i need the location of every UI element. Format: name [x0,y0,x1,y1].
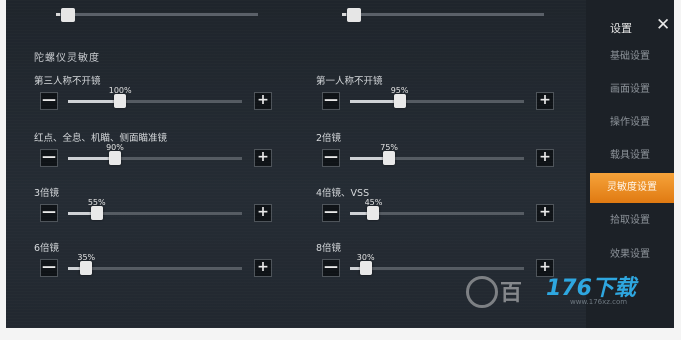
increase-button[interactable]: + [536,149,554,167]
slider-label: 8倍镜 [316,243,342,254]
sidebar-item-basic[interactable]: 基础设置 [586,42,674,72]
sensitivity-slider[interactable] [68,205,242,221]
sensitivity-slider[interactable] [350,205,524,221]
slider-handle[interactable] [108,151,121,165]
partial-slider-right[interactable] [342,8,544,22]
decrease-button[interactable]: — [322,259,340,277]
baidu-logo-icon [466,276,498,308]
slider-handle[interactable] [114,94,127,108]
slider-handle[interactable] [393,94,406,108]
increase-button[interactable]: + [254,149,272,167]
slider-label: 6倍镜 [34,243,60,254]
sensitivity-slider[interactable] [68,260,242,276]
sidebar-item-controls[interactable]: 操作设置 [586,108,674,138]
increase-button[interactable]: + [536,92,554,110]
decrease-button[interactable]: — [322,149,340,167]
slider-value: 35% [77,253,96,262]
slider-value: 95% [390,86,409,95]
slider-handle[interactable] [383,151,396,165]
slider-label: 3倍镜 [34,188,60,199]
slider-fill [350,100,400,103]
slider-track [68,267,242,270]
watermark-cn: 百 [500,281,523,306]
sensitivity-slider[interactable] [350,93,524,109]
slider-fill [56,13,61,16]
slider-track [56,13,258,16]
decrease-button[interactable]: — [40,204,58,222]
sensitivity-slider[interactable] [350,150,524,166]
slider-value: 90% [106,143,124,152]
decrease-button[interactable]: — [40,92,58,110]
decrease-button[interactable]: — [322,204,340,222]
slider-value: 45% [364,198,383,207]
close-icon[interactable]: ✕ [656,15,670,35]
decrease-button[interactable]: — [322,92,340,110]
sidebar-item-graphics[interactable]: 画面设置 [586,75,674,105]
section-title: 陀螺仪灵敏度 [34,53,100,64]
increase-button[interactable]: + [536,204,554,222]
partial-slider-left[interactable] [56,8,258,22]
slider-fill [68,157,115,160]
watermark: 百 176下载 www.176xz.com [466,264,666,314]
slider-label: 红点、全息、机瞄、侧面瞄准镜 [34,133,168,144]
slider-value: 55% [87,198,106,207]
decrease-button[interactable]: — [40,259,58,277]
sidebar-item-pickup[interactable]: 拾取设置 [586,206,674,236]
slider-value: 100% [108,86,132,95]
slider-label: 第三人称不开镜 [34,76,101,87]
slider-handle[interactable] [367,206,380,220]
slider-handle[interactable] [80,261,93,275]
increase-button[interactable]: + [254,204,272,222]
increase-button[interactable]: + [254,259,272,277]
slider-handle[interactable] [90,206,103,220]
slider-value: 75% [380,143,399,152]
slider-label: 4倍镜、VSS [316,188,370,199]
slider-track [342,13,544,16]
sensitivity-slider[interactable] [68,93,242,109]
watermark-url: www.176xz.com [570,298,628,306]
slider-label: 2倍镜 [316,133,342,144]
slider-fill [342,13,347,16]
increase-button[interactable]: + [254,92,272,110]
sidebar-item-vehicle[interactable]: 载具设置 [586,141,674,171]
sidebar-item-sensitivity[interactable]: 灵敏度设置 [590,173,674,203]
slider-label: 第一人称不开镜 [316,76,383,87]
slider-fill [68,100,121,103]
slider-handle[interactable] [359,261,372,275]
decrease-button[interactable]: — [40,149,58,167]
sidebar-title: 设置 [610,22,632,35]
sensitivity-slider[interactable] [68,150,242,166]
settings-window: 陀螺仪灵敏度 第三人称不开镜 — +100% 第一人称不开镜 — +95% 红点、全息、机瞄… [6,0,674,328]
slider-handle[interactable] [61,8,76,22]
slider-handle[interactable] [347,8,362,22]
slider-value: 30% [356,253,375,262]
